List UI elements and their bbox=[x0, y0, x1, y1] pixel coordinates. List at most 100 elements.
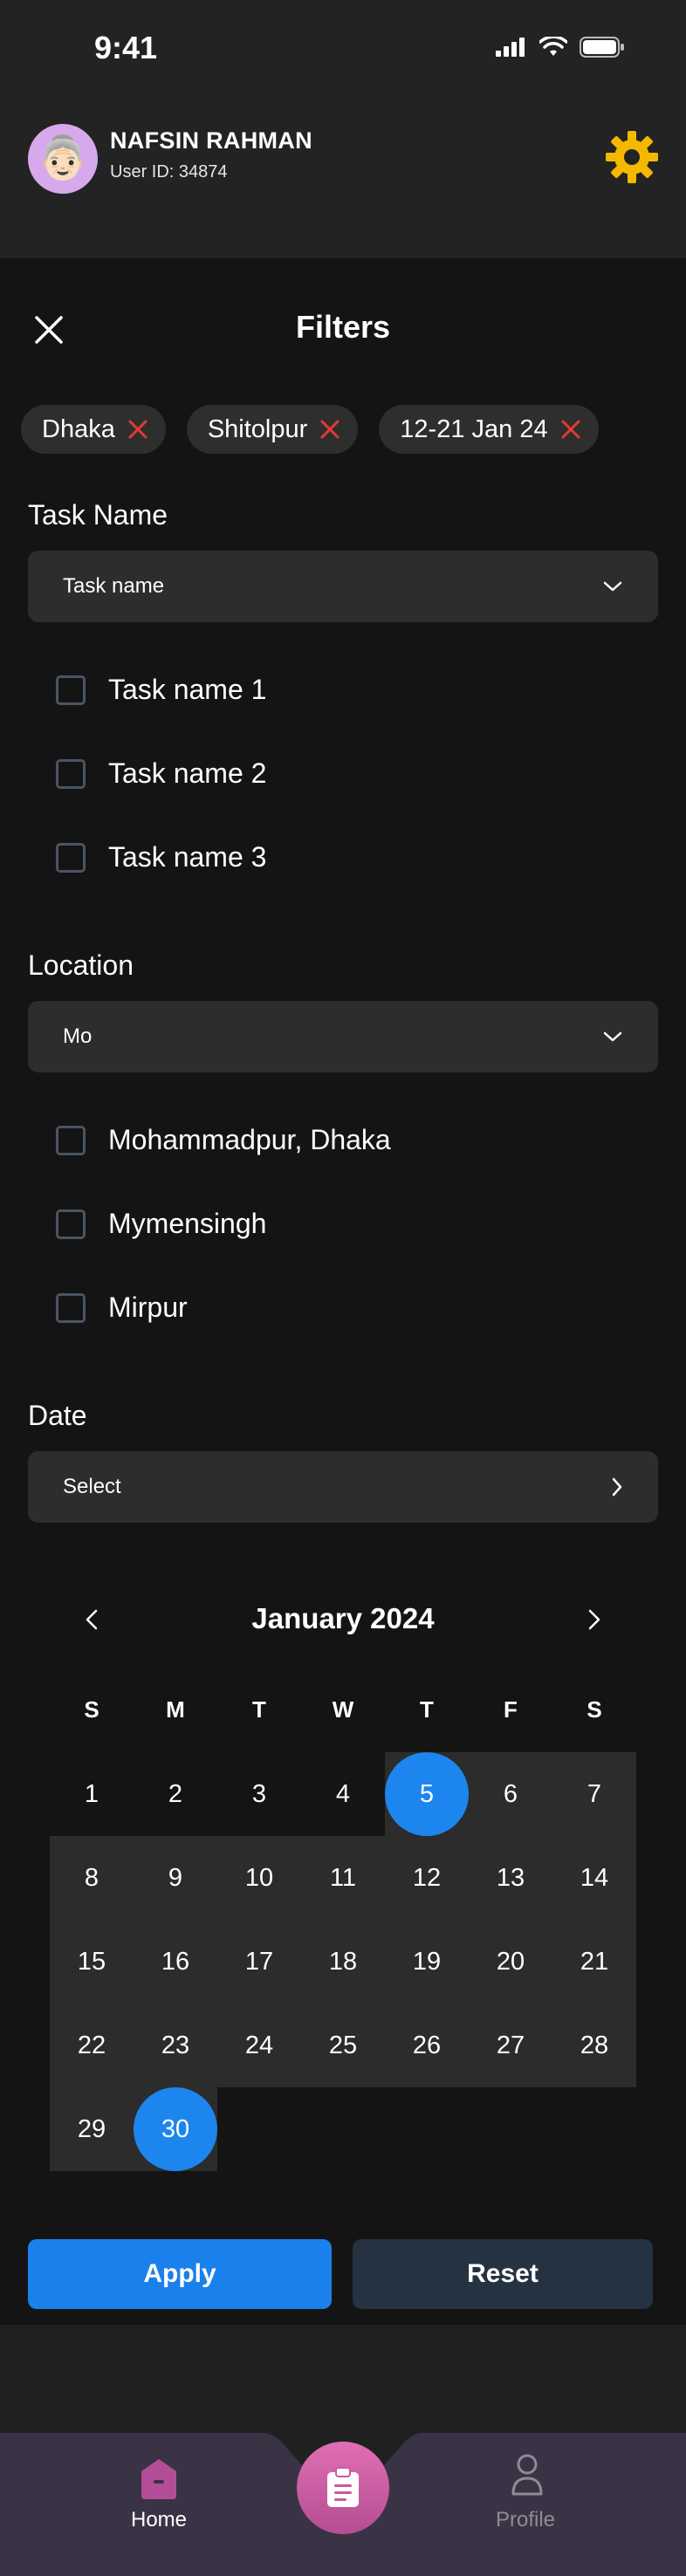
checkbox[interactable] bbox=[56, 1292, 86, 1323]
calendar-day[interactable]: 13 bbox=[469, 1836, 552, 1920]
weekday-label: W bbox=[332, 1696, 354, 1723]
chip-label: Dhaka bbox=[42, 414, 115, 443]
user-name: NAFSIN RAHMAN bbox=[110, 127, 312, 154]
apply-button[interactable]: Apply bbox=[28, 2239, 332, 2309]
chip-date-range[interactable]: 12-21 Jan 24 bbox=[379, 405, 599, 454]
chevron-down-icon bbox=[603, 1031, 622, 1042]
calendar-day[interactable]: 8 bbox=[50, 1836, 134, 1920]
task-option-2[interactable]: Task name 2 bbox=[56, 757, 266, 790]
weekday-label: T bbox=[252, 1696, 266, 1723]
remove-chip-icon[interactable] bbox=[560, 419, 581, 440]
calendar-day[interactable]: 10 bbox=[217, 1836, 301, 1920]
calendar-day[interactable]: 20 bbox=[469, 1920, 552, 2004]
calendar-day-selected[interactable]: 5 bbox=[385, 1752, 469, 1836]
chip-dhaka[interactable]: Dhaka bbox=[21, 405, 166, 454]
profile-icon[interactable] bbox=[510, 2452, 545, 2497]
task-option-3[interactable]: Task name 3 bbox=[56, 841, 266, 874]
checkbox[interactable] bbox=[56, 675, 86, 705]
chevron-left-icon[interactable] bbox=[79, 1606, 106, 1634]
task-name-label: Task Name bbox=[28, 499, 168, 531]
remove-chip-icon[interactable] bbox=[319, 419, 340, 440]
calendar-day[interactable]: 23 bbox=[134, 2004, 217, 2087]
location-dropdown-value: Mo bbox=[63, 1024, 93, 1048]
status-time: 9:41 bbox=[94, 30, 158, 65]
location-option-1[interactable]: Mohammadpur, Dhaka bbox=[56, 1124, 391, 1156]
calendar-day[interactable]: 14 bbox=[552, 1836, 636, 1920]
avatar[interactable]: 👵🏻 bbox=[28, 124, 98, 194]
calendar-day[interactable]: 3 bbox=[217, 1752, 301, 1836]
option-label: Mohammadpur, Dhaka bbox=[108, 1124, 391, 1155]
active-filter-chips: Dhaka Shitolpur 12-21 Jan 24 bbox=[21, 405, 599, 454]
option-label: Mirpur bbox=[108, 1291, 188, 1323]
calendar-day[interactable]: 22 bbox=[50, 2004, 134, 2087]
checkbox[interactable] bbox=[56, 1209, 86, 1239]
calendar-day[interactable]: 27 bbox=[469, 2004, 552, 2087]
option-label: Mymensingh bbox=[108, 1208, 267, 1239]
task-name-dropdown-value: Task name bbox=[63, 574, 165, 598]
calendar-day[interactable]: 19 bbox=[385, 1920, 469, 2004]
weekday-label: F bbox=[504, 1696, 518, 1723]
remove-chip-icon[interactable] bbox=[127, 419, 148, 440]
option-label: Task name 2 bbox=[108, 757, 267, 789]
weekday-label: S bbox=[587, 1696, 602, 1723]
location-option-3[interactable]: Mirpur bbox=[56, 1291, 188, 1324]
date-select-value: Select bbox=[63, 1475, 121, 1498]
wifi-icon bbox=[539, 37, 567, 56]
calendar-day[interactable]: 28 bbox=[552, 2004, 636, 2087]
calendar-day[interactable]: 15 bbox=[50, 1920, 134, 2004]
location-option-2[interactable]: Mymensingh bbox=[56, 1208, 266, 1240]
avatar-emoji: 👵🏻 bbox=[37, 135, 89, 182]
date-label: Date bbox=[28, 1400, 87, 1431]
checkbox[interactable] bbox=[56, 1125, 86, 1155]
location-dropdown[interactable]: Mo bbox=[28, 1001, 658, 1072]
status-icons bbox=[496, 37, 625, 58]
page-title: Filters bbox=[295, 309, 391, 345]
filters-screen: 9:41 👵🏻 NAFSIN RAHMAN User ID: 34874 Fil… bbox=[0, 0, 686, 2576]
calendar-day[interactable]: 16 bbox=[134, 1920, 217, 2004]
calendar-day[interactable]: 7 bbox=[552, 1752, 636, 1836]
task-name-dropdown[interactable]: Task name bbox=[28, 551, 658, 622]
chip-shitolpur[interactable]: Shitolpur bbox=[186, 405, 359, 454]
calendar-day[interactable]: 9 bbox=[134, 1836, 217, 1920]
date-select[interactable]: Select bbox=[28, 1451, 658, 1523]
weekday-label: S bbox=[84, 1696, 99, 1723]
app-header: 9:41 👵🏻 NAFSIN RAHMAN User ID: 34874 bbox=[0, 0, 686, 258]
chevron-right-icon[interactable] bbox=[580, 1606, 607, 1634]
calendar-day[interactable]: 17 bbox=[217, 1920, 301, 2004]
battery-icon bbox=[580, 37, 624, 58]
calendar-day[interactable]: 11 bbox=[301, 1836, 385, 1920]
checkbox[interactable] bbox=[56, 758, 86, 789]
gear-icon[interactable] bbox=[604, 129, 660, 185]
calendar-day[interactable]: 21 bbox=[552, 1920, 636, 2004]
calendar-day[interactable]: 24 bbox=[217, 2004, 301, 2087]
chevron-down-icon bbox=[603, 581, 622, 592]
tasks-fab-button[interactable] bbox=[297, 2442, 389, 2534]
home-icon[interactable] bbox=[131, 2454, 187, 2503]
chip-label: Shitolpur bbox=[207, 414, 308, 443]
chevron-right-icon bbox=[612, 1477, 622, 1497]
option-label: Task name 3 bbox=[108, 841, 267, 873]
option-label: Task name 1 bbox=[108, 674, 267, 705]
task-option-1[interactable]: Task name 1 bbox=[56, 674, 266, 706]
nav-profile-label[interactable]: Profile bbox=[471, 2508, 580, 2532]
calendar-day[interactable]: 26 bbox=[385, 2004, 469, 2087]
calendar-day-selected[interactable]: 30 bbox=[134, 2087, 217, 2171]
weekday-label: T bbox=[420, 1696, 434, 1723]
weekday-label: M bbox=[166, 1696, 185, 1723]
user-id: User ID: 34874 bbox=[110, 162, 228, 182]
calendar-day[interactable]: 4 bbox=[301, 1752, 385, 1836]
location-label: Location bbox=[28, 949, 134, 981]
calendar-day[interactable]: 12 bbox=[385, 1836, 469, 1920]
chip-label: 12-21 Jan 24 bbox=[400, 414, 548, 443]
calendar-day[interactable]: 25 bbox=[301, 2004, 385, 2087]
calendar-day[interactable]: 1 bbox=[50, 1752, 134, 1836]
calendar-day[interactable]: 29 bbox=[50, 2087, 134, 2171]
footer-spacer bbox=[0, 2325, 686, 2433]
checkbox[interactable] bbox=[56, 842, 86, 873]
calendar-day[interactable]: 2 bbox=[134, 1752, 217, 1836]
reset-button[interactable]: Reset bbox=[353, 2239, 653, 2309]
calendar-day[interactable]: 6 bbox=[469, 1752, 552, 1836]
nav-home-label[interactable]: Home bbox=[105, 2508, 213, 2532]
calendar-day[interactable]: 18 bbox=[301, 1920, 385, 2004]
signal-icon bbox=[496, 38, 525, 57]
